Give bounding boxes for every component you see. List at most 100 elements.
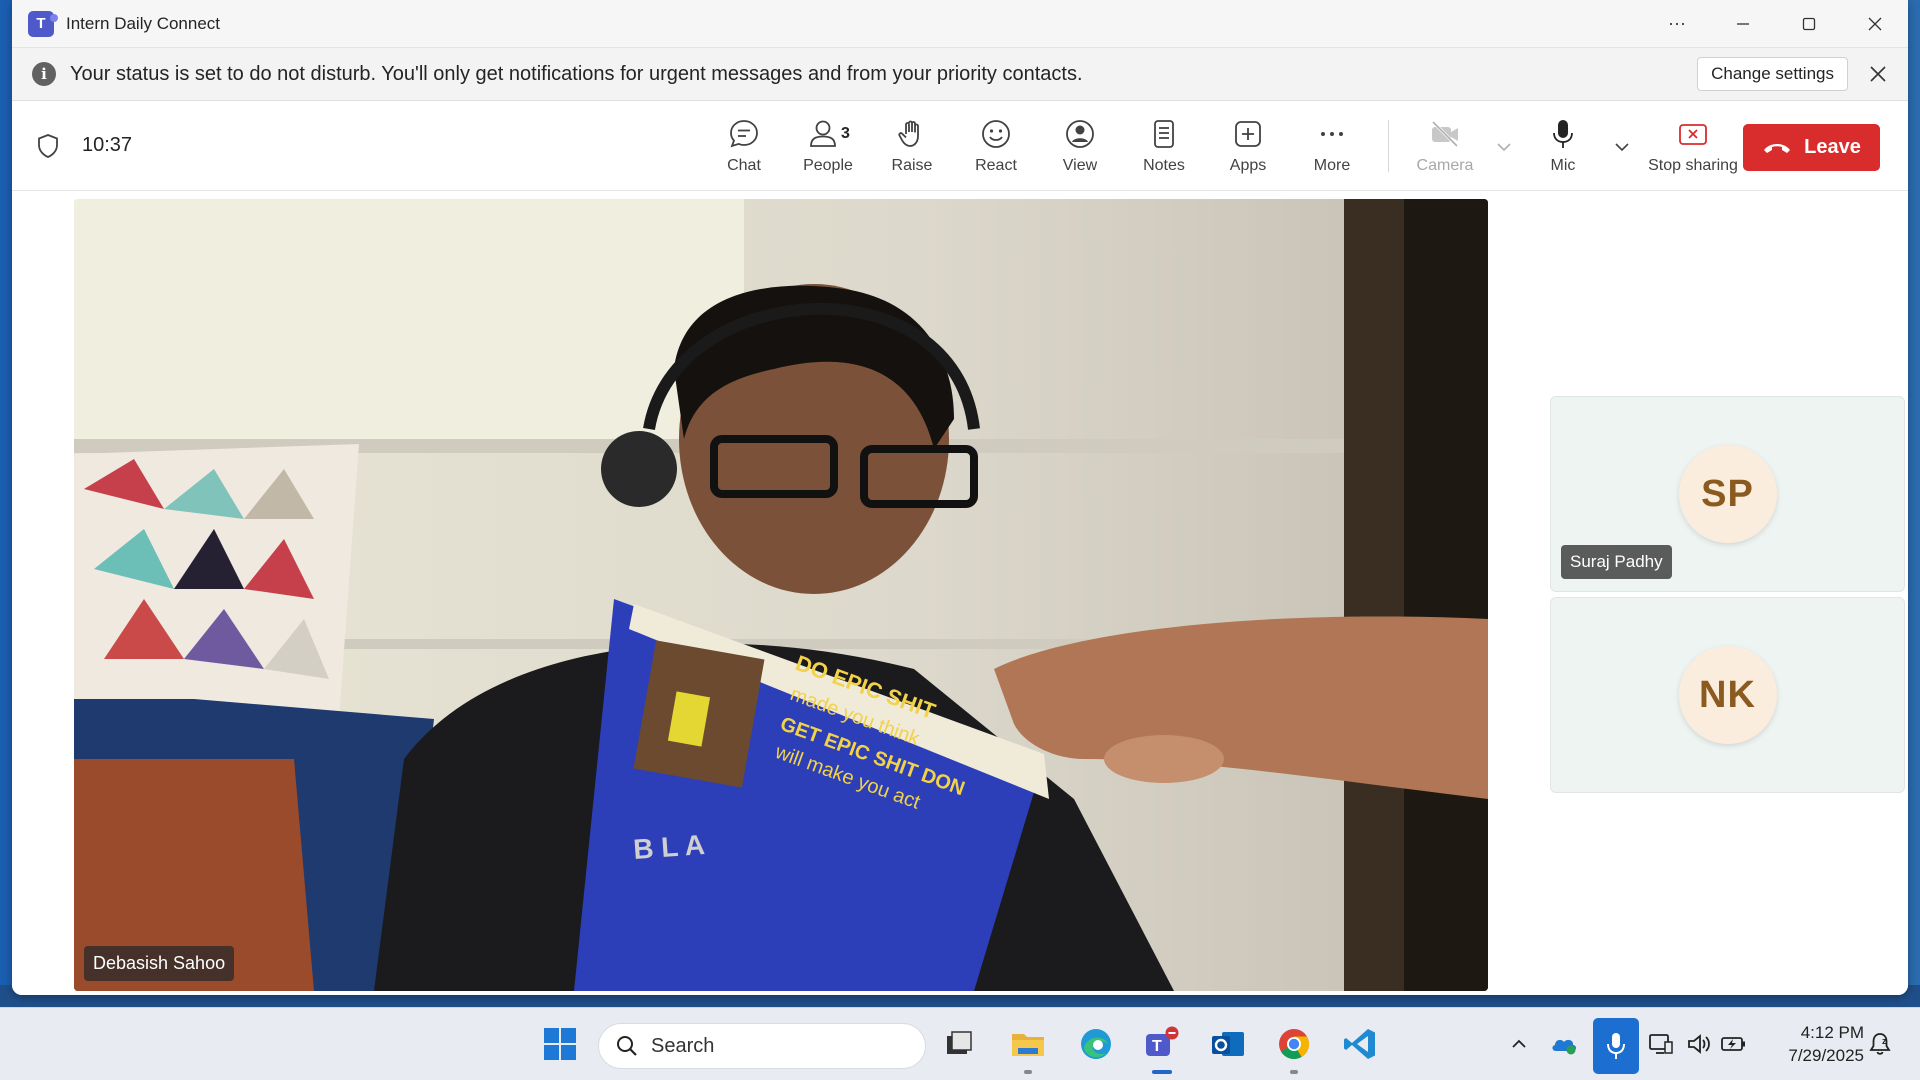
more-actions-button[interactable]: More [1290, 101, 1374, 191]
battery-tray-button[interactable] [1718, 1026, 1750, 1062]
more-label: More [1313, 157, 1351, 174]
edge-button[interactable] [1074, 1022, 1118, 1066]
mic-button[interactable]: Mic [1521, 101, 1605, 191]
camera-label: Camera [1416, 157, 1474, 174]
chrome-button[interactable] [1272, 1022, 1316, 1074]
windows-start-icon [544, 1028, 576, 1060]
stop-sharing-button[interactable]: Stop sharing [1639, 101, 1747, 191]
notification-bell-dnd-icon: z [1869, 1033, 1891, 1055]
participant-tile[interactable]: NK [1550, 597, 1905, 793]
avatar: NK [1678, 646, 1777, 744]
chevron-up-icon [1512, 1039, 1526, 1048]
participant-count-badge: 3 [841, 125, 850, 142]
minimize-icon [1737, 22, 1749, 25]
hand-icon [898, 120, 919, 147]
display-network-icon [1649, 1034, 1673, 1054]
svg-text:B L A: B L A [632, 829, 706, 865]
dnd-status-banner: i Your status is set to do not disturb. … [12, 48, 1908, 101]
running-indicator [1024, 1070, 1032, 1074]
minimize-button[interactable] [1710, 0, 1776, 48]
taskbar: Search T 4:12 PM 7/29/2025 z [0, 1007, 1920, 1080]
main-video-feed[interactable]: DO EPIC SHIT made you think GET EPIC SHI… [74, 199, 1488, 991]
teams-icon: T [1146, 1026, 1179, 1056]
maximize-button[interactable] [1776, 0, 1842, 48]
clock-date: 7/29/2025 [1788, 1046, 1864, 1065]
meeting-stage: DO EPIC SHIT made you think GET EPIC SHI… [12, 191, 1908, 995]
search-placeholder: Search [651, 1034, 715, 1057]
edge-icon [1081, 1029, 1111, 1059]
react-label: React [975, 157, 1017, 174]
camera-options-dropdown[interactable] [1487, 101, 1521, 191]
chat-button[interactable]: Chat [702, 101, 786, 191]
avatar: SP [1678, 445, 1777, 543]
chevron-down-icon [1615, 143, 1629, 152]
more-options-button[interactable]: ··· [1644, 0, 1710, 48]
teams-meeting-window: T Intern Daily Connect ··· i Your status… [12, 0, 1908, 995]
notes-label: Notes [1143, 157, 1185, 174]
meeting-info-button[interactable] [32, 133, 64, 159]
toolbar-actions: Chat 3 People Raise React View Notes App… [702, 101, 1747, 191]
notes-icon [1154, 120, 1174, 148]
close-window-button[interactable] [1842, 0, 1908, 48]
main-participant-name: Debasish Sahoo [84, 946, 235, 981]
banner-message: Your status is set to do not disturb. Yo… [70, 62, 1083, 85]
hang-up-icon [1764, 143, 1791, 153]
camera-button[interactable]: Camera [1403, 101, 1487, 191]
view-label: View [1062, 157, 1098, 174]
meeting-toolbar: 10:37 Chat 3 People Raise React View Not… [12, 101, 1908, 191]
react-button[interactable]: React [954, 101, 1038, 191]
participant-tile[interactable]: SP Suraj Padhy [1550, 396, 1905, 592]
mic-label: Mic [1550, 157, 1576, 174]
meeting-timer: 10:37 [82, 134, 133, 156]
running-indicator [1290, 1070, 1298, 1074]
more-icon [1321, 132, 1343, 136]
title-bar: T Intern Daily Connect ··· [12, 0, 1908, 48]
close-icon [1870, 66, 1886, 82]
people-button[interactable]: 3 People [786, 101, 870, 191]
chat-icon [730, 120, 758, 148]
stop-share-icon [1679, 124, 1707, 145]
raise-hand-button[interactable]: Raise [870, 101, 954, 191]
speaker-icon [1688, 1034, 1710, 1054]
chevron-down-icon [1497, 143, 1511, 152]
apps-label: Apps [1229, 157, 1267, 174]
onedrive-tray-button[interactable] [1548, 1026, 1580, 1062]
show-hidden-icons-button[interactable] [1503, 1026, 1535, 1062]
task-view-icon [947, 1031, 972, 1054]
notifications-button[interactable]: z [1864, 1026, 1896, 1062]
change-settings-button[interactable]: Change settings [1697, 57, 1848, 91]
people-label: People [803, 157, 853, 174]
task-view-button[interactable] [937, 1022, 981, 1066]
camera-off-icon [1431, 120, 1459, 148]
vscode-button[interactable] [1338, 1022, 1382, 1066]
outlook-button[interactable] [1206, 1022, 1250, 1066]
view-button[interactable]: View [1038, 101, 1122, 191]
taskbar-search[interactable]: Search [598, 1023, 926, 1069]
teams-logo-icon: T [28, 10, 58, 37]
taskbar-clock[interactable]: 4:12 PM 7/29/2025 [1764, 1021, 1864, 1067]
mic-in-use-tray-button[interactable] [1593, 1018, 1639, 1074]
volume-tray-button[interactable] [1683, 1026, 1715, 1062]
network-tray-button[interactable] [1645, 1026, 1677, 1062]
teams-taskbar-button[interactable]: T [1140, 1022, 1184, 1074]
leave-button[interactable]: Leave [1743, 124, 1880, 171]
dismiss-banner-button[interactable] [1848, 65, 1908, 83]
mic-icon [1553, 120, 1573, 148]
window-title: Intern Daily Connect [66, 13, 221, 33]
chat-label: Chat [727, 157, 761, 174]
toolbar-divider [1388, 120, 1389, 172]
clock-time: 4:12 PM [1800, 1023, 1864, 1042]
notes-button[interactable]: Notes [1122, 101, 1206, 191]
mic-options-dropdown[interactable] [1605, 101, 1639, 191]
plus-icon [1235, 121, 1261, 147]
apps-button[interactable]: Apps [1206, 101, 1290, 191]
search-icon [617, 1036, 637, 1056]
file-explorer-icon [1012, 1034, 1044, 1056]
people-icon [810, 120, 836, 147]
desktop-background [0, 0, 12, 1010]
start-button[interactable] [538, 1022, 582, 1066]
stop-sharing-label: Stop sharing [1648, 157, 1738, 174]
mic-icon [1607, 1033, 1625, 1059]
file-explorer-button[interactable] [1006, 1022, 1050, 1074]
raise-label: Raise [891, 157, 933, 174]
